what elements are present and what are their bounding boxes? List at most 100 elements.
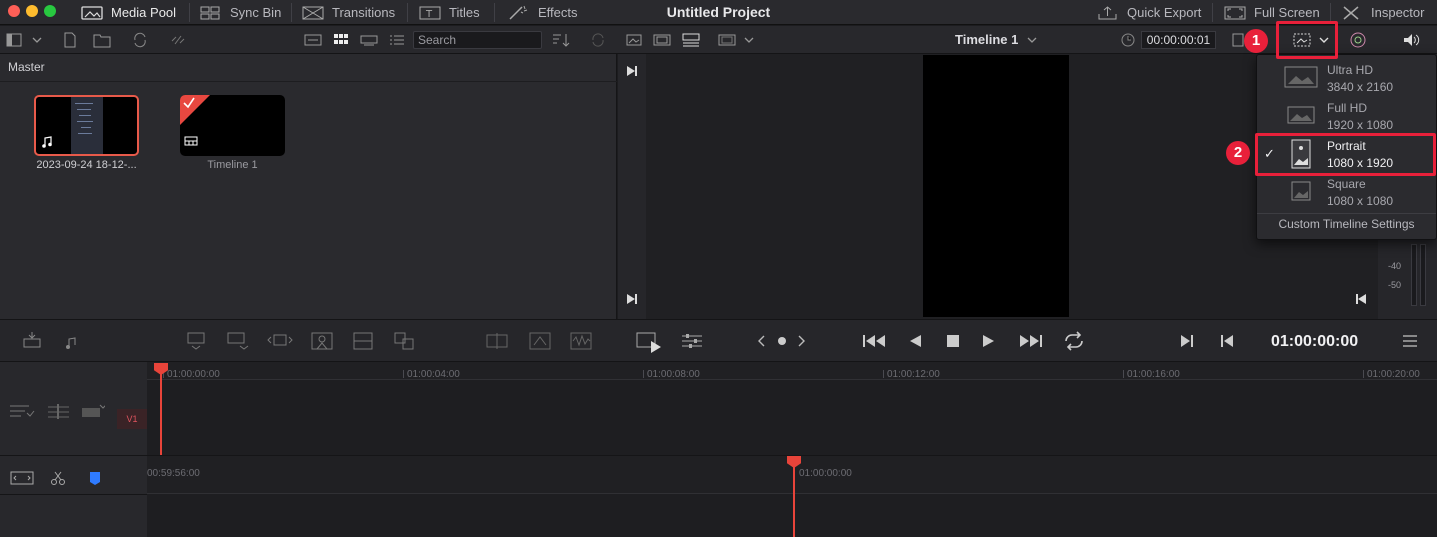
menu-item-full-hd[interactable]: Full HD 1920 x 1080 xyxy=(1257,98,1436,136)
nav-titles[interactable]: T Titles xyxy=(419,0,480,25)
ruler-label: 01:00:20:00 xyxy=(1367,369,1420,380)
split-clip-icon[interactable] xyxy=(484,330,510,352)
sync-bin-icon xyxy=(200,5,222,21)
list-view-icon[interactable] xyxy=(387,31,407,49)
go-to-start-icon[interactable] xyxy=(860,331,890,351)
go-to-first-frame-icon[interactable] xyxy=(623,64,641,78)
mark-out-icon[interactable] xyxy=(1177,331,1197,351)
minimize-window-button[interactable] xyxy=(26,5,38,17)
timecode-clock-icon[interactable] xyxy=(1118,31,1138,49)
viewer-safe-area-icon[interactable] xyxy=(717,31,737,49)
bin-name[interactable]: Master xyxy=(8,60,45,74)
audio-track-options-icon[interactable] xyxy=(46,400,72,422)
nav-transitions[interactable]: Transitions xyxy=(302,0,395,25)
timeline-clip-thumbnail[interactable] xyxy=(180,95,285,156)
dot-indicator-icon[interactable] xyxy=(774,332,790,350)
nav-label: Effects xyxy=(538,5,578,20)
meter-label: -40 xyxy=(1388,261,1402,271)
audio-adjust-icon[interactable] xyxy=(679,330,705,352)
mark-in-icon[interactable] xyxy=(1217,331,1237,351)
go-to-end-icon[interactable] xyxy=(1015,331,1045,351)
unlink-icon[interactable] xyxy=(168,31,188,49)
track-options-icon[interactable] xyxy=(8,400,36,422)
upper-timeline-ruler[interactable] xyxy=(147,362,1437,380)
chevron-down-icon[interactable] xyxy=(30,31,44,49)
sidebar-toggle-icon[interactable] xyxy=(5,31,23,49)
refresh-icon[interactable] xyxy=(588,31,608,49)
sort-icon[interactable] xyxy=(550,31,572,49)
track-label-v1[interactable]: V1 xyxy=(117,409,147,429)
stop-icon[interactable] xyxy=(943,331,963,351)
audio-waveform-icon[interactable] xyxy=(568,330,594,352)
inspector-icon xyxy=(1341,5,1363,21)
append-icon[interactable] xyxy=(225,330,251,352)
nav-media-pool[interactable]: Media Pool xyxy=(81,0,176,25)
source-timecode[interactable]: 00:00:00:01 xyxy=(1141,31,1216,49)
filmstrip-view-icon[interactable] xyxy=(359,31,379,49)
ruler-label: 01:00:08:00 xyxy=(647,369,700,380)
hamburger-menu-icon[interactable] xyxy=(1400,331,1420,351)
color-wheel-icon[interactable] xyxy=(1347,31,1369,49)
thumbnail-view-icon[interactable] xyxy=(331,31,351,49)
resolution-size: 1080 x 1080 xyxy=(1327,194,1394,208)
scissors-icon[interactable] xyxy=(47,468,69,488)
play-icon[interactable] xyxy=(979,331,999,351)
timeline-name[interactable]: Timeline 1 xyxy=(955,26,1018,54)
custom-timeline-settings-item[interactable]: Custom Timeline Settings xyxy=(1257,217,1436,231)
metadata-view-icon[interactable] xyxy=(303,31,323,49)
clip-name: 2023-09-24 18-12-... xyxy=(36,159,137,171)
checkmark-icon xyxy=(182,96,196,110)
resolution-name: Full HD xyxy=(1327,101,1368,115)
viewer-layout-icon[interactable] xyxy=(680,31,702,49)
transitions-icon xyxy=(302,5,324,21)
dynamic-zoom-icon[interactable] xyxy=(527,330,553,352)
loop-icon[interactable] xyxy=(1060,330,1088,352)
close-up-icon[interactable] xyxy=(308,328,336,354)
project-title: Untitled Project xyxy=(666,4,771,20)
nav-label: Media Pool xyxy=(111,5,177,20)
new-file-icon[interactable] xyxy=(60,31,80,49)
source-overwrite-icon[interactable] xyxy=(391,330,417,352)
chevron-right-icon[interactable] xyxy=(794,332,808,350)
go-to-last-frame-icon[interactable] xyxy=(623,292,641,306)
zoom-window-button[interactable] xyxy=(44,5,56,17)
insert-clip-icon[interactable] xyxy=(19,330,45,352)
smart-insert-icon[interactable] xyxy=(183,330,209,352)
clip-info-icon[interactable] xyxy=(1231,31,1245,49)
menu-item-ultra-hd[interactable]: Ultra HD 3840 x 2160 xyxy=(1257,60,1436,98)
nav-quick-export[interactable]: Quick Export xyxy=(1097,0,1201,25)
square-frame-icon xyxy=(1290,180,1312,202)
close-window-button[interactable] xyxy=(8,5,20,17)
skip-back-icon[interactable] xyxy=(1352,292,1370,306)
ruler-label: 00:59:56:00 xyxy=(147,468,200,479)
timeline-area: 01:00:00:00 01:00:04:00 01:00:08:00 01:0… xyxy=(147,362,1437,537)
ripple-overwrite-icon[interactable] xyxy=(265,330,295,352)
search-input[interactable]: Search xyxy=(413,31,542,49)
chevron-down-icon[interactable] xyxy=(742,31,756,49)
timeline-view-icon[interactable] xyxy=(8,468,36,488)
highlight-box xyxy=(1255,133,1436,176)
nav-sync-bin[interactable]: Sync Bin xyxy=(200,0,281,25)
relink-icon[interactable] xyxy=(130,31,150,49)
chevron-down-icon[interactable] xyxy=(1025,31,1039,49)
speaker-icon[interactable] xyxy=(1400,31,1422,49)
nav-inspector[interactable]: Inspector xyxy=(1341,0,1424,25)
insert-audio-icon[interactable] xyxy=(60,330,86,352)
viewer-image-icon[interactable] xyxy=(624,31,644,49)
highlight-box xyxy=(1276,21,1338,59)
track-height-icon[interactable] xyxy=(80,400,106,422)
menu-item-square[interactable]: Square 1080 x 1080 xyxy=(1257,174,1436,212)
nav-effects[interactable]: Effects xyxy=(508,0,578,25)
marker-flag-icon[interactable] xyxy=(85,468,105,488)
media-clip-thumbnail[interactable] xyxy=(34,95,139,156)
viewer-canvas[interactable] xyxy=(923,55,1069,317)
playback-mode-icon[interactable] xyxy=(634,328,666,354)
chevron-left-icon[interactable] xyxy=(755,332,769,350)
timeline-icon xyxy=(184,135,198,147)
new-bin-icon[interactable] xyxy=(92,31,112,49)
place-on-top-icon[interactable] xyxy=(350,330,376,352)
nav-label: Full Screen xyxy=(1254,5,1320,20)
viewer-dual-icon[interactable] xyxy=(652,31,672,49)
step-badge: 1 xyxy=(1244,29,1268,53)
play-reverse-icon[interactable] xyxy=(905,331,925,351)
